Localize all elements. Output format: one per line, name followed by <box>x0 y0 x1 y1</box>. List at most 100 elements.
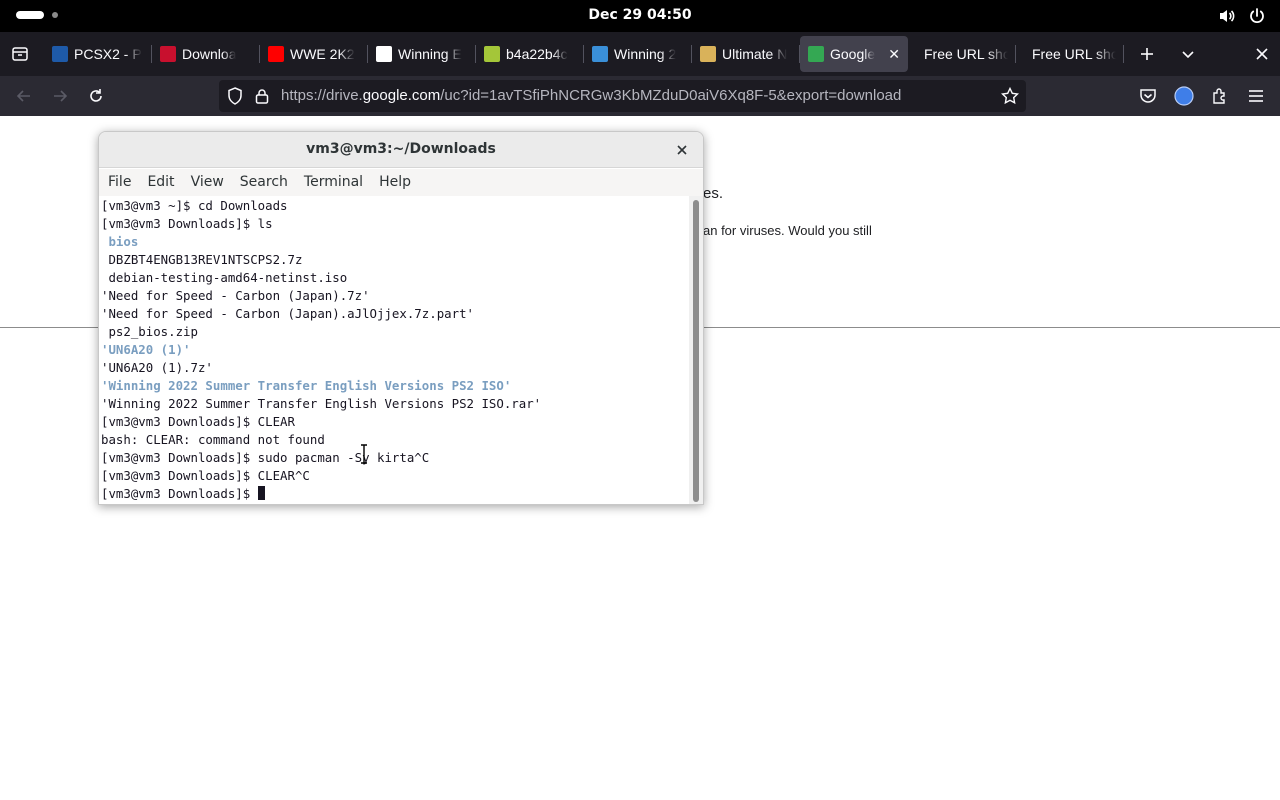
system-menu[interactable] <box>1218 7 1266 25</box>
top-bar: Dec 29 04:50 <box>0 0 1280 32</box>
close-icon <box>677 145 687 155</box>
terminal-line: [vm3@vm3 Downloads]$ CLEAR^C <box>101 468 310 483</box>
tab-1[interactable]: PCSX2 - P <box>44 36 152 72</box>
tab-5[interactable]: b4a22b4c <box>476 36 584 72</box>
terminal-line: bios <box>101 234 139 249</box>
lock-icon[interactable] <box>255 88 269 108</box>
tab-title: Free URL sho <box>1032 46 1116 62</box>
account-button[interactable] <box>1172 84 1196 108</box>
terminal-line: [vm3@vm3 Downloads]$ CLEAR <box>101 414 295 429</box>
page-heading-fragment: es. <box>703 185 724 202</box>
terminal-line: 'Winning 2022 Summer Transfer English Ve… <box>101 396 542 411</box>
terminal-menu-search[interactable]: Search <box>232 169 296 196</box>
chevron-down-icon <box>1182 51 1194 59</box>
clock[interactable]: Dec 29 04:50 <box>0 7 1280 23</box>
terminal-line: [vm3@vm3 Downloads]$ ls <box>101 216 273 231</box>
terminal-line: [vm3@vm3 ~]$ cd Downloads <box>101 198 288 213</box>
tab-7[interactable]: Ultimate N <box>692 36 800 72</box>
terminal-line: [vm3@vm3 Downloads]$ sudo pacman -Sy kir… <box>101 450 430 465</box>
terminal-menubar: File Edit View Search Terminal Help <box>99 169 703 196</box>
terminal-line: 'Need for Speed - Carbon (Japan).aJlOjje… <box>101 306 474 321</box>
list-all-tabs-button[interactable] <box>1176 42 1200 66</box>
close-icon <box>1256 48 1268 60</box>
terminal-line: debian-testing-amd64-netinst.iso <box>101 270 348 285</box>
terminal-menu-terminal[interactable]: Terminal <box>296 169 371 196</box>
terminal-line: bash: CLEAR: command not found <box>101 432 325 447</box>
tab-6[interactable]: Winning 2 <box>584 36 692 72</box>
tab-strip: PCSX2 - P Downloa WWE 2K2 Winning E b4a22b4c… <box>0 32 1280 76</box>
tab-3[interactable]: WWE 2K2 <box>260 36 368 72</box>
reload-button[interactable] <box>84 84 108 108</box>
arrow-left-icon <box>16 90 30 102</box>
download-site-icon <box>160 46 176 62</box>
page-warning-text-fragment: an for viruses. Would you still <box>703 223 872 238</box>
terminal-scrollbar[interactable] <box>689 196 703 504</box>
terminal-title: vm3@vm3:~/Downloads <box>306 141 496 157</box>
url-prefix: https://drive. <box>281 87 363 104</box>
text-cursor-icon <box>361 444 367 464</box>
android-icon <box>484 46 500 62</box>
account-avatar-icon <box>1174 86 1194 106</box>
tab-title: Free URL sho <box>924 46 1008 62</box>
volume-icon <box>1218 7 1236 25</box>
firefox-view-button[interactable] <box>8 42 32 66</box>
back-button[interactable] <box>12 84 36 108</box>
terminal-prompt-line[interactable]: [vm3@vm3 Downloads]$ <box>99 485 689 503</box>
pcsx2-icon <box>52 46 68 62</box>
tab-title: Google <box>830 46 876 62</box>
nav-bar: https://drive.google.com/uc?id=1avTSfiPh… <box>0 76 1280 116</box>
terminal-line: 'Need for Speed - Carbon (Japan).7z' <box>101 288 370 303</box>
forward-button[interactable] <box>48 84 72 108</box>
tab-separator <box>1123 45 1124 63</box>
terminal-menu-edit[interactable]: Edit <box>139 169 182 196</box>
bookmark-star-icon[interactable] <box>1000 86 1020 109</box>
terminal-prompt: [vm3@vm3 Downloads]$ <box>101 486 258 501</box>
terminal-close-button[interactable] <box>673 141 691 159</box>
tab-4[interactable]: Winning E <box>368 36 476 72</box>
terminal-line: 'UN6A20 (1).7z' <box>101 360 213 375</box>
plus-icon <box>1141 48 1153 60</box>
url-domain: google.com <box>362 87 441 104</box>
hamburger-menu-icon <box>1249 90 1263 102</box>
tracking-protection-shield-icon[interactable] <box>227 87 243 109</box>
terminal-menu-view[interactable]: View <box>183 169 232 196</box>
pocket-icon <box>1140 89 1156 103</box>
terminal-window[interactable]: vm3@vm3:~/Downloads File Edit View Search Te… <box>98 131 704 505</box>
app-menu-button[interactable] <box>1244 84 1268 108</box>
reload-icon <box>90 89 102 102</box>
firefox-view-icon <box>12 47 28 61</box>
url-path: /uc?id=1avTSfiPhNCRGw3KbMZduD0aiV6Xq8F-5… <box>440 87 902 104</box>
terminal-menu-help[interactable]: Help <box>371 169 419 196</box>
tab-2[interactable]: Downloa <box>152 36 260 72</box>
tab-list: PCSX2 - P Downloa WWE 2K2 Winning E b4a22b4c… <box>44 36 1124 72</box>
extensions-button[interactable] <box>1208 84 1232 108</box>
power-icon <box>1248 7 1266 25</box>
site-icon <box>592 46 608 62</box>
terminal-menu-file[interactable]: File <box>100 169 139 196</box>
tab-title: Ultimate N <box>722 46 788 62</box>
pocket-button[interactable] <box>1136 84 1160 108</box>
close-window-button[interactable] <box>1250 42 1274 66</box>
url-text[interactable]: https://drive.google.com/uc?id=1avTSfiPh… <box>281 87 901 104</box>
terminal-scrollbar-thumb[interactable] <box>693 200 699 502</box>
terminal-cursor <box>257 486 265 500</box>
terminal-line: 'UN6A20 (1)' <box>101 342 191 357</box>
terminal-output[interactable]: [vm3@vm3 ~]$ cd Downloads [vm3@vm3 Downlo… <box>99 196 689 504</box>
tab-title: b4a22b4c <box>506 46 568 62</box>
tab-10[interactable]: Free URL sho <box>1016 36 1124 72</box>
ultimate-icon <box>700 46 716 62</box>
terminal-line: 'Winning 2022 Summer Transfer English Ve… <box>101 378 512 393</box>
tab-9[interactable]: Free URL sho <box>908 36 1016 72</box>
tab-close-icon[interactable]: ✕ <box>888 46 900 63</box>
url-bar[interactable]: https://drive.google.com/uc?id=1avTSfiPh… <box>219 80 1026 112</box>
puzzle-icon <box>1213 88 1225 104</box>
new-tab-button[interactable] <box>1135 42 1159 66</box>
tab-title: PCSX2 - P <box>74 46 142 62</box>
winning-icon <box>376 46 392 62</box>
terminal-titlebar[interactable]: vm3@vm3:~/Downloads <box>99 132 703 168</box>
tab-title: Winning E <box>398 46 462 62</box>
tab-title: Downloa <box>182 46 237 62</box>
terminal-line: DBZBT4ENGB13REV1NTSCPS2.7z <box>101 252 303 267</box>
google-drive-icon <box>808 46 824 62</box>
tab-8[interactable]: Google ✕ <box>800 36 908 72</box>
